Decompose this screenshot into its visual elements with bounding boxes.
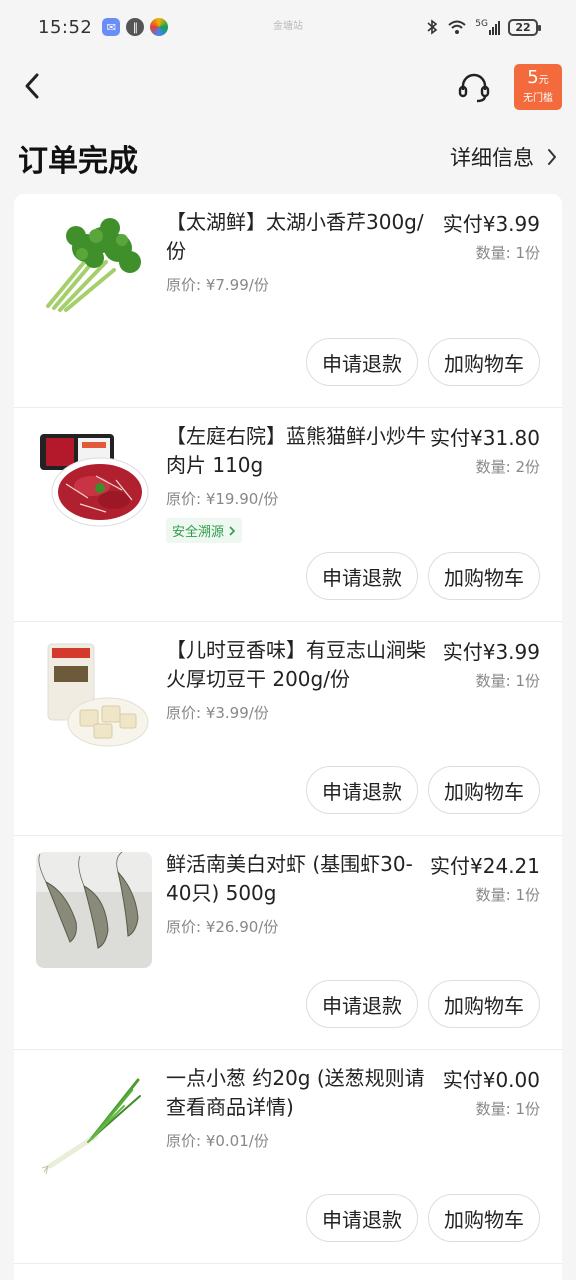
- top-navigation: 5元 无门槛: [0, 54, 576, 120]
- apply-refund-button[interactable]: 申请退款: [306, 552, 418, 600]
- product-name[interactable]: 鲜活南美白对虾 (基围虾30-40只) 500g: [166, 850, 430, 908]
- add-to-cart-button[interactable]: 加购物车: [428, 980, 540, 1028]
- detail-info-label: 详细信息: [450, 146, 534, 170]
- traceability-tag[interactable]: 安全溯源: [166, 518, 243, 543]
- app-notification-icon: [150, 18, 169, 36]
- quantity: 数量: 1份: [475, 244, 540, 262]
- apply-refund-button[interactable]: 申请退款: [306, 1194, 418, 1242]
- signal-icon: 5G: [475, 19, 500, 35]
- app-notification-icon: ∥: [126, 18, 145, 36]
- add-to-cart-button[interactable]: 加购物车: [428, 766, 540, 814]
- status-right-icons: 5G 22: [425, 18, 541, 36]
- headset-icon: [458, 73, 490, 103]
- page-title: 订单完成: [18, 144, 138, 179]
- list-item: 一点小葱 约20g (送葱规则请查看商品详情) 原价: ¥0.01/份 实付¥0…: [14, 1050, 562, 1264]
- list-item: 【太湖鲜】太湖小香芹300g/份 原价: ¥7.99/份 实付¥3.99 数量:…: [14, 194, 562, 408]
- list-item: 鲜活南美白对虾 (基围虾30-40只) 500g 原价: ¥26.90/份 实付…: [14, 836, 562, 1050]
- chevron-right-icon: [548, 149, 556, 165]
- detail-info-link[interactable]: 详细信息: [450, 142, 558, 172]
- scallion-image: [36, 1066, 152, 1182]
- paid-amount: 实付¥0.00: [442, 1068, 540, 1092]
- original-price: 原价: ¥3.99/份: [166, 704, 269, 722]
- product-name[interactable]: 【儿时豆香味】有豆志山涧柴火厚切豆干 200g/份: [166, 636, 430, 694]
- chevron-right-icon: [229, 525, 236, 536]
- product-name[interactable]: 一点小葱 约20g (送葱规则请查看商品详情): [166, 1064, 430, 1122]
- quantity: 数量: 1份: [475, 886, 540, 904]
- coupon-badge[interactable]: 5元 无门槛: [514, 64, 562, 110]
- paid-amount: 实付¥3.99: [442, 640, 540, 664]
- product-name[interactable]: 【左庭右院】蓝熊猫鲜小炒牛肉片 110g: [166, 422, 430, 480]
- quantity: 数量: 1份: [475, 672, 540, 690]
- page-header: 订单完成 详细信息: [0, 124, 576, 188]
- paid-amount: 实付¥24.21: [430, 854, 540, 878]
- paid-amount: 实付¥31.80: [430, 426, 540, 450]
- product-image[interactable]: [36, 638, 152, 754]
- product-image[interactable]: [36, 1066, 152, 1182]
- battery-icon: 22: [508, 18, 541, 36]
- beef-slices-image: [36, 424, 152, 540]
- shrimp-image: [36, 852, 152, 968]
- apply-refund-button[interactable]: 申请退款: [306, 980, 418, 1028]
- status-bar: 15:52 ✉ ∥ 金塘站 5G 22: [0, 0, 576, 54]
- original-price: 原价: ¥0.01/份: [166, 1132, 269, 1150]
- order-items-list: 【太湖鲜】太湖小香芹300g/份 原价: ¥7.99/份 实付¥3.99 数量:…: [14, 194, 562, 1280]
- original-price: 原价: ¥26.90/份: [166, 918, 279, 936]
- chevron-left-icon: [25, 73, 39, 99]
- dried-tofu-image: [36, 638, 152, 754]
- celery-image: [36, 210, 152, 326]
- list-item: 【儿时豆香味】有豆志山涧柴火厚切豆干 200g/份 原价: ¥3.99/份 实付…: [14, 622, 562, 836]
- coupon-unit: 元: [538, 75, 549, 86]
- original-price: 原价: ¥7.99/份: [166, 276, 269, 294]
- quantity: 数量: 2份: [475, 458, 540, 476]
- network-type: 5G: [475, 19, 488, 29]
- paid-amount: 实付¥3.99: [442, 212, 540, 236]
- status-time: 15:52: [38, 16, 93, 38]
- customer-service-button[interactable]: [456, 70, 492, 106]
- app-notification-icon: ✉: [102, 18, 121, 36]
- add-to-cart-button[interactable]: 加购物车: [428, 1194, 540, 1242]
- apply-refund-button[interactable]: 申请退款: [306, 338, 418, 386]
- coupon-value: 5: [527, 67, 539, 88]
- status-notification-icons: ✉ ∥: [102, 18, 169, 36]
- product-image[interactable]: [36, 210, 152, 326]
- product-name[interactable]: 【太湖鲜】太湖小香芹300g/份: [166, 208, 430, 266]
- traceability-label: 安全溯源: [172, 525, 225, 540]
- wifi-icon: [448, 20, 466, 34]
- product-image[interactable]: [36, 852, 152, 968]
- quantity: 数量: 1份: [475, 1100, 540, 1118]
- list-item: 【左庭右院】蓝熊猫鲜小炒牛肉片 110g 原价: ¥19.90/份 安全溯源 实…: [14, 408, 562, 622]
- original-price: 原价: ¥19.90/份: [166, 490, 279, 508]
- battery-level: 22: [515, 20, 531, 34]
- add-to-cart-button[interactable]: 加购物车: [428, 552, 540, 600]
- add-to-cart-button[interactable]: 加购物车: [428, 338, 540, 386]
- coupon-amount: 5元: [514, 67, 562, 92]
- bluetooth-icon: [427, 19, 438, 35]
- product-image[interactable]: [36, 424, 152, 540]
- back-button[interactable]: [16, 70, 48, 102]
- apply-refund-button[interactable]: 申请退款: [306, 766, 418, 814]
- coupon-label: 无门槛: [523, 93, 553, 104]
